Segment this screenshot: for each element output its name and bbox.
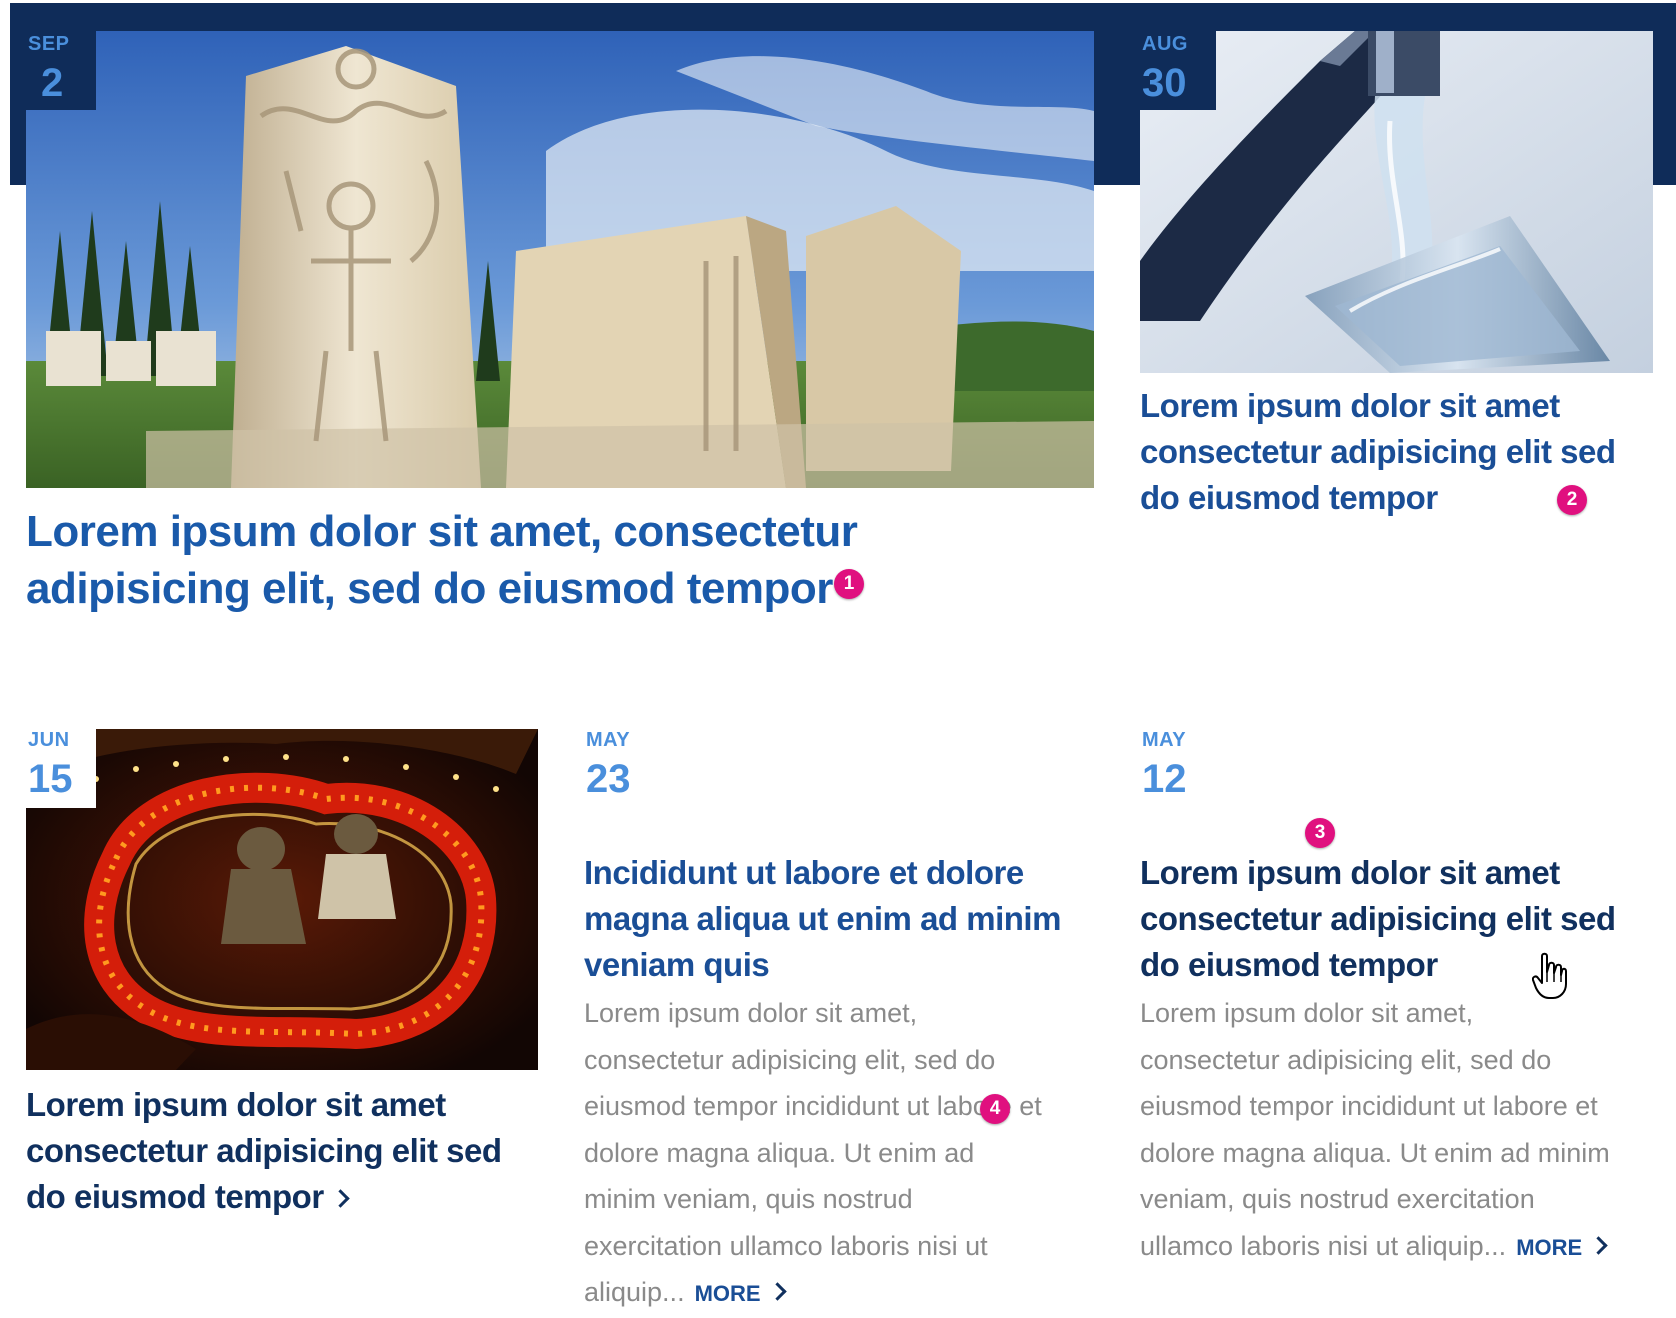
article-image-stones[interactable] bbox=[26, 31, 1094, 488]
date-day: 23 bbox=[586, 757, 631, 801]
date-day: 30 bbox=[1142, 61, 1187, 105]
article-excerpt-text: Lorem ipsum dolor sit amet, consectetur … bbox=[584, 998, 1042, 1307]
article-title[interactable]: Lorem ipsum dolor sit amet, consectetur … bbox=[26, 503, 876, 617]
date-month: MAY bbox=[1142, 729, 1187, 751]
chevron-right-icon[interactable] bbox=[767, 1282, 787, 1301]
chevron-right-icon[interactable] bbox=[330, 1189, 350, 1208]
article-excerpt: Lorem ipsum dolor sit amet, consectetur … bbox=[584, 990, 1044, 1318]
date-badge: MAY 23 bbox=[584, 729, 654, 808]
date-badge: JUN 15 bbox=[26, 729, 96, 808]
date-month: AUG bbox=[1142, 33, 1188, 55]
more-label[interactable]: MORE bbox=[695, 1281, 761, 1306]
date-month: JUN bbox=[28, 729, 70, 751]
article-image-candles[interactable] bbox=[26, 729, 538, 1070]
annotation-badge: 2 bbox=[1557, 485, 1587, 515]
article-image-water[interactable] bbox=[1140, 31, 1653, 373]
article-title[interactable]: Incididunt ut labore et dolore magna ali… bbox=[584, 850, 1064, 988]
date-badge: SEP 2 bbox=[26, 31, 96, 110]
article-excerpt: Lorem ipsum dolor sit amet, consectetur … bbox=[1140, 990, 1610, 1271]
more-link[interactable]: MORE bbox=[695, 1281, 787, 1306]
annotation-badge: 3 bbox=[1305, 818, 1335, 848]
date-badge: AUG 30 bbox=[1140, 31, 1216, 110]
date-day: 12 bbox=[1142, 757, 1187, 801]
more-label[interactable]: MORE bbox=[1516, 1235, 1582, 1260]
date-month: MAY bbox=[586, 729, 631, 751]
date-day: 2 bbox=[41, 61, 64, 105]
annotation-badge: 1 bbox=[834, 569, 864, 599]
annotation-badge: 4 bbox=[980, 1094, 1010, 1124]
date-badge: MAY 12 bbox=[1140, 729, 1210, 808]
chevron-right-icon[interactable] bbox=[1589, 1235, 1608, 1255]
hand-pointer-icon bbox=[1532, 952, 1567, 999]
article-title-text[interactable]: Lorem ipsum dolor sit amet consectetur a… bbox=[26, 1086, 502, 1215]
article-title[interactable]: Lorem ipsum dolor sit amet consectetur a… bbox=[26, 1082, 526, 1220]
date-day: 15 bbox=[28, 757, 73, 801]
article-excerpt-text: Lorem ipsum dolor sit amet, consectetur … bbox=[1140, 998, 1610, 1261]
date-month: SEP bbox=[28, 33, 70, 55]
more-link[interactable]: MORE bbox=[1516, 1235, 1608, 1260]
